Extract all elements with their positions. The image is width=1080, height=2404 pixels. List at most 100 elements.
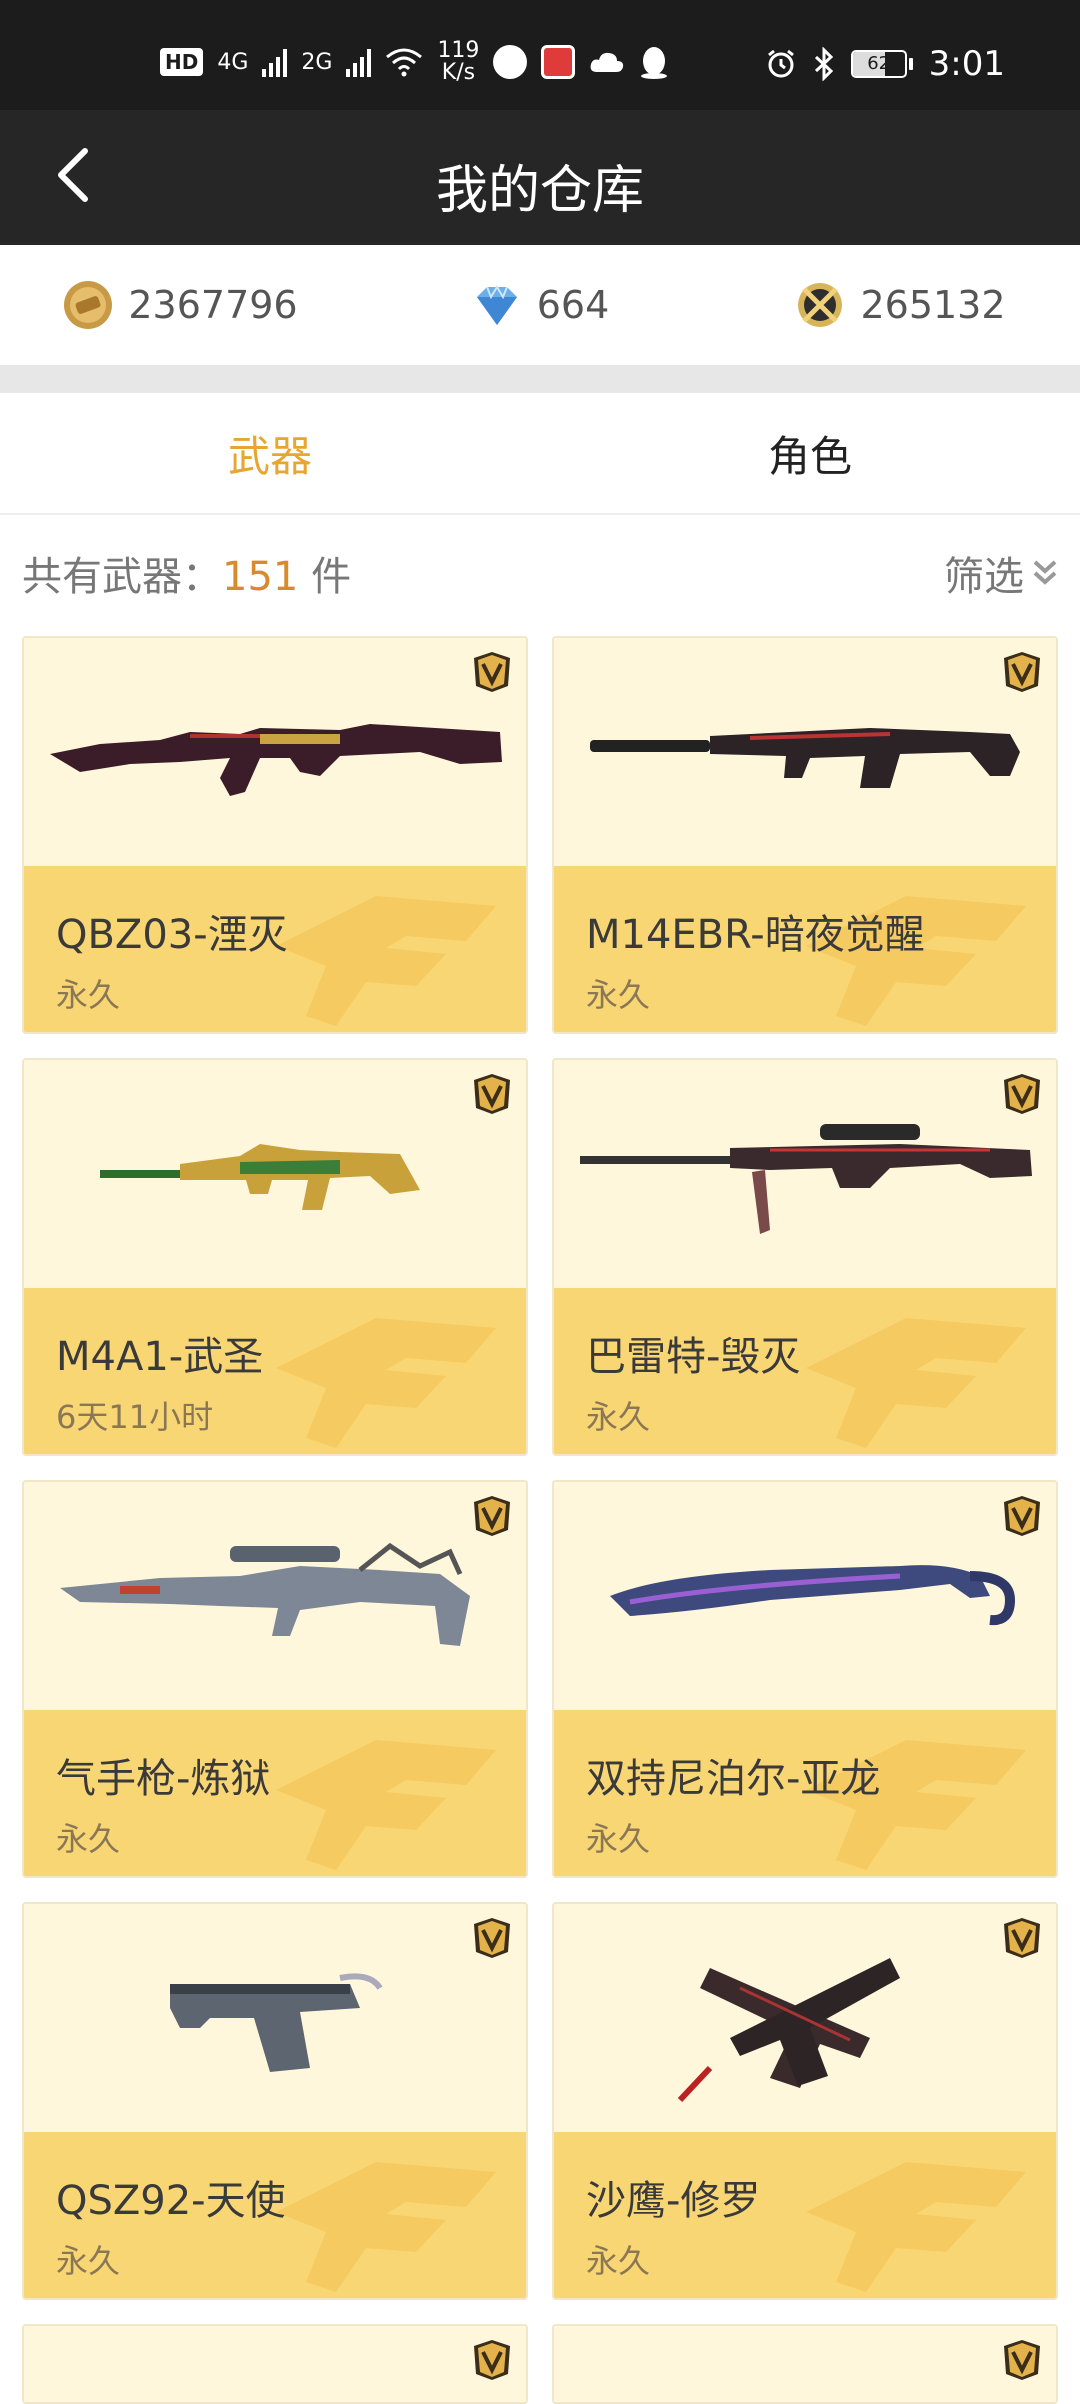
- vip-badge-icon: [1002, 2340, 1042, 2380]
- weapon-card[interactable]: [552, 2324, 1058, 2404]
- points-balance: 265132: [720, 245, 1080, 365]
- weapon-card[interactable]: 沙鹰-修罗永久: [552, 1902, 1058, 2300]
- weapon-info: M4A1-武圣 6天11小时: [24, 1288, 526, 1454]
- vip-badge-icon: [472, 1496, 512, 1536]
- signal-icon: [262, 47, 288, 77]
- weapon-image: [554, 2326, 1056, 2402]
- coin-amount: 2367796: [128, 283, 298, 327]
- vip-badge-icon: [1002, 1074, 1042, 1114]
- app-notification-icon: [493, 45, 528, 79]
- weapon-info: 巴雷特-毁灭永久: [554, 1288, 1056, 1454]
- weapon-info: QSZ92-天使永久: [24, 2132, 526, 2298]
- page-title: 我的仓库: [435, 161, 644, 221]
- weapon-image: [554, 1060, 1056, 1288]
- weapon-count-suffix: 件: [298, 553, 352, 600]
- diamond-balance: 664: [360, 245, 720, 365]
- weapon-name: 气手枪-炼狱: [56, 1756, 271, 1802]
- double-chevron-down-icon: [1033, 560, 1057, 585]
- hd-badge: HD: [160, 48, 204, 76]
- app-notification-icon-2: [541, 45, 576, 79]
- section-divider: [0, 365, 1080, 393]
- weapon-info: 沙鹰-修罗永久: [554, 2132, 1056, 2298]
- weapon-card[interactable]: [22, 2324, 528, 2404]
- coin-balance: 2367796: [0, 245, 360, 365]
- weapon-card[interactable]: QBZ03-湮灭永久: [22, 636, 528, 1034]
- bluetooth-icon: [814, 47, 833, 81]
- vip-badge-icon: [1002, 1496, 1042, 1536]
- weapon-name: M14EBR-暗夜觉醒: [586, 912, 925, 958]
- status-right: 62 3:01: [765, 44, 1005, 84]
- vip-badge-icon: [472, 2340, 512, 2380]
- category-tabs: 武器 角色: [0, 393, 1080, 515]
- weapon-name: 沙鹰-修罗: [586, 2178, 761, 2224]
- weapon-name: 巴雷特-毁灭: [586, 1334, 801, 1380]
- weapon-count-number: 151: [222, 553, 299, 600]
- vip-badge-icon: [1002, 652, 1042, 692]
- status-left: HD 4G 2G 119 K/s: [160, 40, 669, 84]
- weapon-count: 共有武器：151 件: [22, 544, 351, 602]
- weapon-image: [24, 1904, 526, 2132]
- weapon-info: QBZ03-湮灭永久: [24, 866, 526, 1032]
- weapon-card[interactable]: M4A1-武圣 6天11小时: [22, 1058, 528, 1456]
- weapon-image: [24, 638, 526, 866]
- status-bar: HD 4G 2G 119 K/s 62 3:01: [0, 0, 1080, 110]
- weapon-info: 气手枪-炼狱永久: [24, 1710, 526, 1876]
- currency-row: 2367796 664 265132: [0, 245, 1080, 365]
- weapon-duration: 永久: [586, 2242, 651, 2280]
- weapon-duration: 永久: [56, 2242, 121, 2280]
- wifi-icon: [386, 48, 423, 77]
- title-bar: 我的仓库: [0, 110, 1080, 245]
- weapon-image: [24, 1482, 526, 1710]
- points-amount: 265132: [860, 283, 1006, 327]
- diamond-icon: [476, 285, 517, 325]
- weapon-name: M4A1-武圣: [56, 1334, 264, 1380]
- weapon-duration: 永久: [56, 976, 121, 1014]
- weapon-duration: 永久: [56, 1820, 121, 1858]
- weapon-duration: 永久: [586, 1398, 651, 1436]
- weapon-card[interactable]: 巴雷特-毁灭永久: [552, 1058, 1058, 1456]
- coin-icon: [64, 281, 113, 329]
- vip-badge-icon: [472, 1074, 512, 1114]
- weapon-image: [554, 1904, 1056, 2132]
- weapon-image: [554, 638, 1056, 866]
- cloud-icon: [591, 52, 624, 72]
- filter-button[interactable]: 筛选: [944, 544, 1058, 602]
- weapon-name: 双持尼泊尔-亚龙: [586, 1756, 881, 1802]
- net-speed-unit: K/s: [441, 60, 476, 85]
- weapon-grid: QBZ03-湮灭 永久 M14EBR-暗夜觉醒 永久 M4A1-武圣 6天11小时 巴雷特-…: [22, 636, 1058, 2404]
- weapon-image: [24, 1060, 526, 1288]
- sim1-tech: 4G: [217, 49, 249, 75]
- filter-label: 筛选: [944, 553, 1024, 600]
- vip-badge-icon: [472, 652, 512, 692]
- weapon-duration: 永久: [586, 1820, 651, 1858]
- weapon-card[interactable]: M14EBR-暗夜觉醒永久: [552, 636, 1058, 1034]
- vip-badge-icon: [1002, 1918, 1042, 1958]
- weapon-name: QBZ03-湮灭: [56, 912, 288, 958]
- weapon-image: [554, 1482, 1056, 1710]
- summary-row: 共有武器：151 件 筛选: [22, 540, 1058, 605]
- weapon-image: [24, 2326, 526, 2402]
- diamond-amount: 664: [536, 283, 610, 327]
- tab-characters[interactable]: 角色: [540, 393, 1080, 513]
- weapon-card[interactable]: 气手枪-炼狱永久: [22, 1480, 528, 1878]
- weapon-count-prefix: 共有武器：: [22, 553, 222, 600]
- alarm-icon: [767, 49, 794, 78]
- weapon-duration: 6天11小时: [56, 1398, 214, 1436]
- weapon-info: M14EBR-暗夜觉醒永久: [554, 866, 1056, 1032]
- sim2-tech: 2G: [301, 49, 333, 75]
- weapon-card[interactable]: 双持尼泊尔-亚龙永久: [552, 1480, 1058, 1878]
- weapon-name: QSZ92-天使: [56, 2178, 286, 2224]
- signal-icon-2: [346, 47, 372, 77]
- battery-icon: 62: [850, 50, 913, 78]
- weapon-duration: 永久: [586, 976, 651, 1014]
- battery-level: 62: [867, 53, 891, 74]
- crossed-swords-icon: [798, 283, 843, 327]
- clock: 3:01: [928, 44, 1005, 84]
- tab-weapons[interactable]: 武器: [0, 393, 540, 513]
- weapon-info: 双持尼泊尔-亚龙永久: [554, 1710, 1056, 1876]
- vip-badge-icon: [472, 1918, 512, 1958]
- net-speed: 119 K/s: [437, 40, 479, 84]
- net-speed-value: 119: [437, 38, 480, 63]
- weapon-card[interactable]: QSZ92-天使永久: [22, 1902, 528, 2300]
- qq-icon: [641, 47, 668, 79]
